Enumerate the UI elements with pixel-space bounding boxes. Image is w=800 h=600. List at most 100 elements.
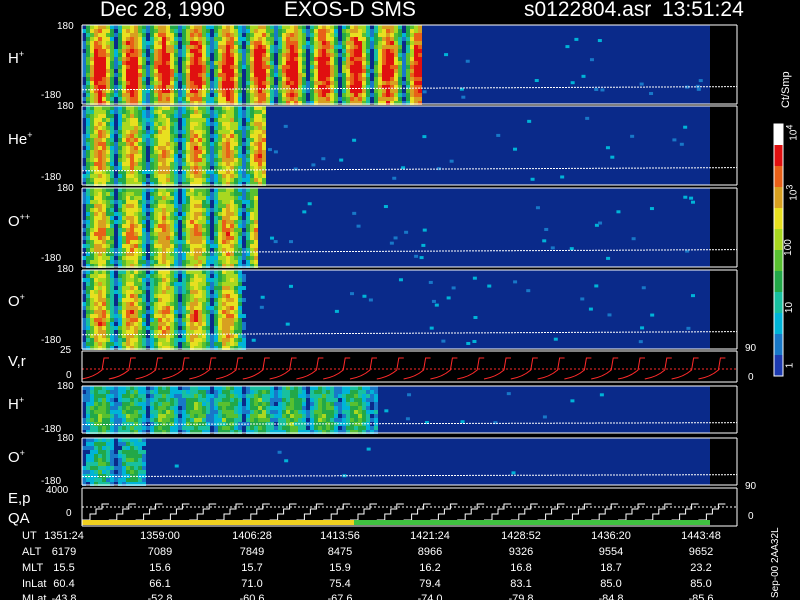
qa-bar-green (354, 520, 710, 525)
table-cell: 7849 (239, 546, 265, 558)
panel-label-oplus: O+ (8, 292, 25, 310)
colorbar-swatch (774, 208, 783, 230)
table-cell: -52.8 (147, 593, 173, 600)
table-cell: -67.6 (327, 593, 353, 600)
ep-series-line (82, 503, 726, 521)
colorbar-swatch (774, 313, 783, 335)
table-cell: 15.5 (53, 562, 75, 574)
colorbar-label-10e3: 103 (784, 184, 800, 201)
tick-ep-min: 0 (66, 508, 72, 519)
table-cell: 75.4 (329, 578, 351, 590)
table-cell: 1436:20 (591, 530, 631, 542)
tick-oplus-low-max: 180 (57, 433, 74, 444)
spectrogram-figure: { "header": { "date": "Dec 28, 1990", "m… (0, 0, 800, 600)
table-cell: 15.6 (149, 562, 171, 574)
colorbar-unit: Ct/Smp (780, 71, 792, 108)
panel-vr (81, 350, 738, 383)
table-cell: 9326 (508, 546, 534, 558)
panel-label-oplusplus: O++ (8, 212, 31, 230)
tick-heplus-max: 180 (57, 101, 74, 112)
colorbar-swatch (774, 124, 783, 146)
panel-ep (81, 487, 738, 527)
panel-heplus (81, 105, 738, 186)
colorbar-swatch (774, 166, 783, 188)
table-cell: 9554 (598, 546, 624, 558)
tick-ep-max: 4000 (46, 485, 69, 496)
table-cell: 8475 (327, 546, 353, 558)
table-cell: 85.0 (600, 578, 622, 590)
tick-hplus-max: 180 (57, 21, 74, 32)
tick-hplus-min: -180 (41, 90, 62, 101)
colorbar-swatch (774, 292, 783, 314)
tick-oplus-min: -180 (41, 335, 62, 346)
table-cell: 15.7 (241, 562, 263, 574)
colorbar-label-1: 1 (784, 362, 796, 369)
table-cell: 1413:56 (320, 530, 360, 542)
table-row-label: UT (22, 530, 37, 542)
qa-bar-yellow (82, 520, 354, 525)
table-cell: -79.8 (508, 593, 534, 600)
panel-label-hplus: H+ (8, 49, 25, 67)
colorbar-label-10e4: 104 (784, 124, 800, 141)
table-cell: -84.8 (598, 593, 624, 600)
panel-label-vr: V,r (8, 353, 26, 370)
tick-vr-max: 25 (60, 345, 72, 356)
table-cell: 66.1 (149, 578, 171, 590)
table-cell: 83.1 (510, 578, 532, 590)
tick-vr-min: 0 (66, 370, 72, 381)
panel-label-hplus-low: H+ (8, 395, 25, 413)
panel-label-heplus: He+ (8, 130, 33, 148)
table-cell: 1443:48 (681, 530, 721, 542)
plot-canvas (81, 24, 784, 527)
panel-label-qa: QA (8, 510, 30, 527)
panel-oplusplus (81, 187, 738, 268)
colorbar (773, 123, 784, 377)
table-cell: -74.0 (417, 593, 443, 600)
table-cell: 7089 (147, 546, 173, 558)
colorbar-swatch (774, 250, 783, 272)
colorbar-label-10: 10 (784, 301, 796, 314)
tick-ep-right-top: 90 (745, 481, 757, 492)
table-cell: 1421:24 (410, 530, 450, 542)
tick-ep-right-bottom: 0 (748, 511, 754, 522)
panel-field (82, 438, 710, 485)
panel-hplus-low (81, 385, 738, 434)
table-cell: 6179 (51, 546, 77, 558)
colorbar-swatch (774, 355, 783, 377)
panel-hplus (81, 24, 738, 105)
colorbar-swatch (774, 145, 783, 167)
table-cell: -43.8 (51, 593, 77, 600)
table-cell: -60.6 (239, 593, 265, 600)
tick-oplusplus-min: -180 (41, 253, 62, 264)
panel-oplus (81, 269, 738, 350)
colorbar-label-100: 100 (782, 239, 794, 256)
table-cell: 18.7 (600, 562, 622, 574)
tick-heplus-min: -180 (41, 172, 62, 183)
table-cell: 1351:24 (44, 530, 84, 542)
table-cell: 16.8 (510, 562, 532, 574)
table-cell: 16.2 (419, 562, 441, 574)
colorbar-swatch (774, 229, 783, 251)
tick-vr-right-bottom: 0 (748, 372, 754, 383)
table-cell: 1359:00 (140, 530, 180, 542)
colorbar-swatch (774, 334, 783, 356)
colorbar-swatch (774, 271, 783, 293)
tick-hplus-low-max: 180 (57, 381, 74, 392)
panel-label-ep: E,p (8, 490, 31, 507)
tick-oplusplus-max: 180 (57, 183, 74, 194)
table-cell: 85.0 (690, 578, 712, 590)
side-note: Sep-00 2AA32L (770, 527, 781, 598)
table-cell: 71.0 (241, 578, 263, 590)
table-cell: 23.2 (690, 562, 712, 574)
table-cell: 9652 (688, 546, 714, 558)
tick-oplus-max: 180 (57, 264, 74, 275)
tick-vr-right-top: 90 (745, 343, 757, 354)
panel-oplus-low (81, 437, 738, 486)
table-cell: 79.4 (419, 578, 441, 590)
table-cell: 60.4 (53, 578, 75, 590)
table-cell: 1428:52 (501, 530, 541, 542)
table-cell: 8966 (417, 546, 443, 558)
table-cell: 1406:28 (232, 530, 272, 542)
table-cell: 15.9 (329, 562, 351, 574)
table-cell: -85.6 (688, 593, 714, 600)
